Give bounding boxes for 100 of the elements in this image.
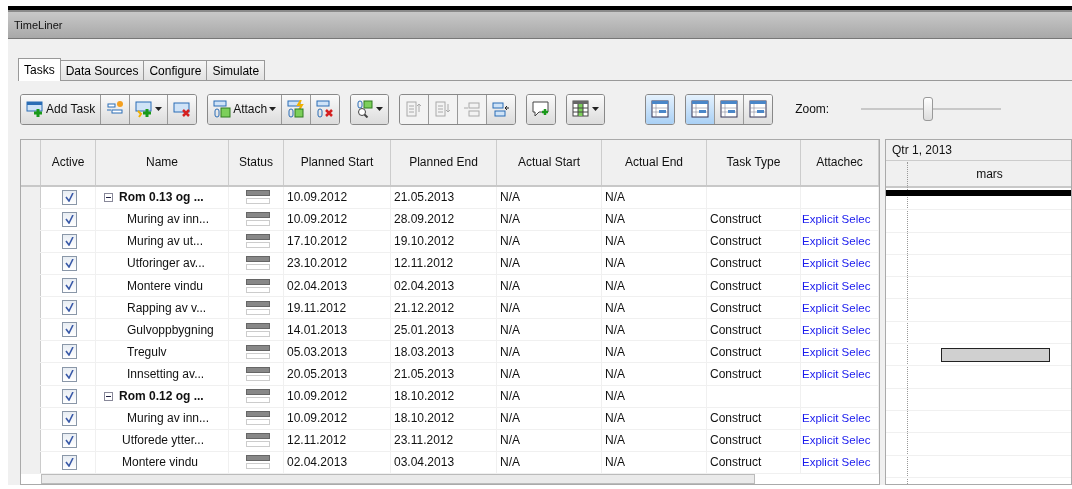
date-cell: 10.09.2012 — [287, 212, 348, 227]
attached-link[interactable]: Explicit Selec — [802, 213, 871, 226]
tab[interactable]: Simulate — [206, 60, 266, 80]
date-cell: N/A — [605, 322, 625, 337]
column-header[interactable]: Name — [96, 140, 229, 185]
checkbox[interactable] — [62, 300, 77, 316]
attached-link[interactable]: Explicit Selec — [802, 434, 871, 447]
attached-link[interactable]: Explicit Selec — [802, 279, 871, 292]
checkbox[interactable] — [62, 410, 77, 426]
task-name: Muring av ut... — [127, 234, 204, 249]
attached-link[interactable]: Explicit Selec — [802, 456, 871, 469]
view-button[interactable] — [646, 94, 675, 124]
checkbox[interactable] — [62, 322, 77, 338]
checkbox[interactable] — [62, 388, 77, 404]
columns-icon — [572, 100, 591, 118]
caret-icon — [592, 107, 600, 111]
checkbox[interactable] — [62, 233, 77, 249]
column-header[interactable]: Active — [41, 140, 96, 185]
date-cell: 20.05.2013 — [287, 367, 348, 382]
caret-icon — [376, 107, 384, 111]
date-cell: N/A — [500, 190, 520, 205]
checkbox[interactable] — [62, 366, 77, 382]
column-header[interactable]: Actual End — [602, 140, 707, 185]
date-cell: 12.11.2012 — [287, 433, 347, 448]
tab[interactable]: Tasks — [18, 58, 61, 81]
task-name: Rapping av v... — [127, 300, 207, 315]
zoom-label: Zoom: — [795, 102, 830, 116]
toolbar-button[interactable] — [351, 94, 389, 124]
status-icon — [245, 433, 270, 448]
scrollbar[interactable] — [41, 474, 755, 484]
checkbox[interactable] — [62, 278, 77, 294]
date-cell: N/A — [605, 278, 625, 293]
date-cell: N/A — [500, 278, 520, 293]
view-button[interactable] — [714, 94, 744, 124]
search-icon — [356, 100, 375, 118]
view-button[interactable] — [743, 94, 773, 124]
column-header[interactable]: Planned End — [391, 140, 497, 185]
checkbox[interactable] — [62, 454, 77, 470]
column-header[interactable]: Actual Start — [497, 140, 602, 185]
check-icon — [65, 391, 74, 401]
toolbar-button[interactable] — [486, 94, 516, 124]
status-icon — [245, 300, 270, 315]
toolbar-button[interactable] — [100, 94, 130, 124]
date-cell: N/A — [605, 455, 625, 470]
status-icon — [245, 278, 270, 293]
date-cell: 14.01.2013 — [287, 322, 348, 337]
checkbox[interactable] — [62, 432, 77, 448]
slider-thumb[interactable] — [923, 97, 934, 121]
toolbar-button[interactable] — [527, 94, 556, 124]
toolbar-button[interactable]: Attach — [208, 94, 282, 124]
date-cell: 03.04.2013 — [394, 455, 455, 470]
indent-icon — [463, 100, 482, 118]
check-icon — [65, 369, 74, 379]
toolbar-button[interactable] — [167, 94, 197, 124]
collapse-icon[interactable] — [104, 391, 113, 401]
task-type-cell: Construct — [710, 300, 762, 315]
status-icon — [245, 234, 270, 249]
attached-link[interactable]: Explicit Selec — [802, 368, 871, 381]
attached-link[interactable]: Explicit Selec — [802, 412, 871, 425]
caret-icon — [155, 107, 163, 111]
task-name: Montere vindu — [127, 278, 204, 293]
check-icon — [65, 281, 74, 291]
attached-link[interactable]: Explicit Selec — [802, 301, 871, 314]
date-cell: N/A — [605, 389, 625, 404]
date-cell: 02.04.2013 — [287, 455, 348, 470]
column-header[interactable]: Attachec — [801, 140, 879, 185]
date-cell: N/A — [605, 433, 625, 448]
column-header[interactable]: Status — [229, 140, 284, 185]
date-cell: N/A — [500, 411, 520, 426]
date-cell: N/A — [500, 389, 520, 404]
checkbox[interactable] — [62, 189, 77, 205]
toolbar-button[interactable]: Add Task — [21, 94, 101, 124]
task-name: Muring av inn... — [127, 212, 210, 227]
column-header[interactable]: Task Type — [707, 140, 801, 185]
status-icon — [245, 389, 270, 404]
date-cell: N/A — [500, 322, 520, 337]
task-bar[interactable] — [940, 348, 1050, 363]
checkbox[interactable] — [62, 344, 77, 360]
attached-link[interactable]: Explicit Selec — [802, 257, 871, 270]
collapse-icon[interactable] — [104, 192, 113, 202]
toolbar-button[interactable] — [567, 94, 605, 124]
toolbar-button[interactable] — [281, 94, 311, 124]
view-button[interactable] — [686, 94, 715, 124]
attached-link[interactable]: Explicit Selec — [802, 323, 871, 336]
attached-link[interactable]: Explicit Selec — [802, 345, 871, 358]
date-cell: N/A — [500, 455, 520, 470]
checkbox[interactable] — [62, 211, 77, 227]
task-type-cell: Construct — [710, 322, 762, 337]
tab[interactable]: Data Sources — [59, 60, 145, 80]
toolbar-button[interactable] — [129, 94, 168, 124]
task-type-cell: Construct — [710, 367, 762, 382]
date-cell: N/A — [605, 212, 625, 227]
task-name: Utforinger av... — [127, 256, 205, 271]
tab[interactable]: Configure — [143, 60, 208, 80]
toolbar-button[interactable] — [310, 94, 340, 124]
date-cell: N/A — [500, 212, 520, 227]
attached-link[interactable]: Explicit Selec — [802, 235, 871, 248]
checkbox[interactable] — [62, 256, 77, 271]
column-header[interactable]: Planned Start — [284, 140, 391, 185]
window-plus-icon — [26, 100, 44, 118]
